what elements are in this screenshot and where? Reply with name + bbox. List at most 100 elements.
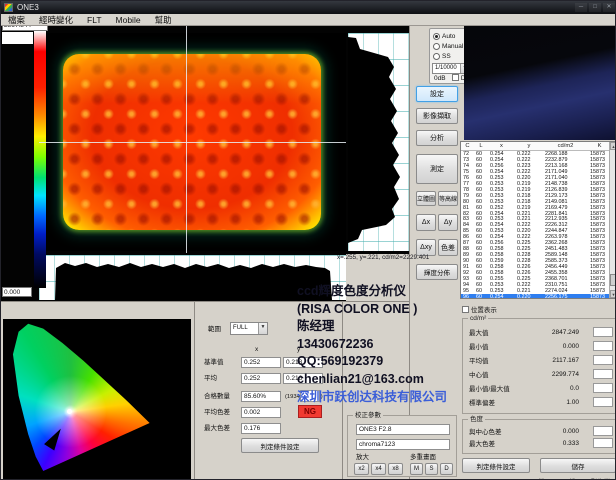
- stat-input[interactable]: [593, 341, 613, 351]
- app-window: ONE3 ─ □ ✕ 檔案經時變化FLTMobile幫助 2867.844 0.…: [0, 0, 616, 480]
- radio-icon: [433, 53, 440, 60]
- multi-screen-label: 多重畫面: [410, 453, 436, 463]
- pass-count-label: 合格數量: [204, 392, 230, 402]
- scroll-up-icon[interactable]: ▲: [610, 142, 616, 150]
- zoom-x4-button[interactable]: x4: [371, 463, 386, 475]
- table-scrollbar[interactable]: ▲ ▼: [609, 142, 616, 298]
- cursor-readout: x=.255, y=.221, cd/m2=2229.401: [337, 252, 465, 263]
- gain-label: 0dB: [434, 74, 446, 84]
- col-y-header: y: [297, 345, 300, 355]
- stat-row: 與中心色差0.000: [463, 425, 616, 437]
- minimize-button[interactable]: ─: [575, 3, 587, 12]
- col-x-header: x: [255, 345, 258, 355]
- reference-y-field[interactable]: 0.218: [283, 357, 323, 368]
- multi-M-button[interactable]: M: [410, 463, 423, 475]
- average-label: 平均: [204, 374, 217, 384]
- menu-item-4[interactable]: 幫助: [148, 14, 179, 26]
- avg-color-diff-field: 0.002: [241, 407, 281, 418]
- stat-row: 最小值/最大值0.0: [463, 381, 616, 395]
- table-col-header: x: [488, 142, 515, 150]
- stat-input[interactable]: [593, 397, 613, 407]
- menu-item-3[interactable]: Mobile: [109, 14, 148, 26]
- multi-D-button[interactable]: D: [440, 463, 453, 475]
- image-capture-button[interactable]: 影像擷取: [416, 108, 458, 124]
- zoom-buttons: x2x4x8: [354, 463, 403, 475]
- measure-button[interactable]: 測定: [416, 154, 458, 184]
- reference-label: 基準值: [204, 358, 224, 368]
- average-x-field[interactable]: 0.252: [241, 373, 281, 384]
- stat-input[interactable]: [593, 426, 613, 436]
- delta-y-button[interactable]: Δy: [438, 214, 458, 231]
- crosshair-horizontal[interactable]: [39, 142, 346, 143]
- menu-item-1[interactable]: 經時變化: [32, 14, 80, 26]
- menu-item-0[interactable]: 檔案: [1, 14, 32, 26]
- measurement-table[interactable]: CLxycd/m2K 72600.2540.2222268.1881587373…: [460, 141, 616, 299]
- max-color-diff-field: 0.176: [241, 423, 281, 434]
- white-point-marker: [67, 409, 72, 414]
- stat-input[interactable]: [593, 369, 613, 379]
- reference-x-field[interactable]: 0.252: [241, 357, 281, 368]
- delta-x-button[interactable]: Δx: [416, 214, 436, 231]
- cie-horseshoe: [3, 319, 191, 479]
- maximize-button[interactable]: □: [589, 3, 601, 12]
- vertical-profile-plot: [348, 33, 409, 251]
- range-label: 範圍: [208, 325, 221, 335]
- average-y-field[interactable]: 0.216: [283, 373, 323, 384]
- color-scale-ramp: [34, 31, 46, 288]
- multi-S-button[interactable]: S: [425, 463, 438, 475]
- analyze-button[interactable]: 分析: [416, 130, 458, 146]
- table-row[interactable]: 96600.2540.2202256.17515873: [461, 294, 611, 299]
- table-col-header: y: [515, 142, 543, 150]
- calibration-title: 校正參數: [353, 412, 383, 420]
- max-color-diff-label: 最大色差: [204, 424, 230, 434]
- divider: [194, 301, 195, 480]
- pass-count-field: 85.60%: [241, 391, 281, 402]
- calibration-chroma-field: chroma7123: [356, 439, 450, 450]
- menu-bar: 檔案經時變化FLTMobile幫助: [1, 14, 616, 26]
- horizontal-profile-shape: [39, 255, 346, 300]
- set-button[interactable]: 設定: [416, 86, 458, 102]
- stat-row: 平均值2117.167: [463, 353, 616, 367]
- judge-condition-button-2[interactable]: 判定條件設定: [462, 458, 530, 473]
- range-value: FULL: [233, 325, 248, 331]
- range-select[interactable]: FULL ▼: [230, 322, 268, 335]
- close-button[interactable]: ✕: [603, 3, 615, 12]
- stat-row: 標準偏差1.00: [463, 395, 616, 409]
- cie-chromaticity-diagram[interactable]: [3, 319, 191, 479]
- vertical-profile-shape: [348, 33, 409, 251]
- chromaticity-title: 色度: [468, 416, 485, 424]
- multi-screen-buttons: MSD: [410, 463, 453, 475]
- table-col-header: C: [461, 142, 474, 150]
- menu-item-2[interactable]: FLT: [80, 14, 108, 26]
- judgement-result-badge: NG: [298, 405, 322, 418]
- result-field: [300, 390, 320, 402]
- zoom-x8-button[interactable]: x8: [388, 463, 403, 475]
- stereo-view-button[interactable]: 立體圖: [416, 191, 436, 206]
- luminance-distribution-button[interactable]: 輝度分佈: [416, 264, 458, 280]
- contour-button[interactable]: 等高線: [438, 191, 458, 206]
- zoom-x2-button[interactable]: x2: [354, 463, 369, 475]
- table-col-header: L: [474, 142, 488, 150]
- stat-row: 中心值2299.774: [463, 367, 616, 381]
- scrollbar-thumb[interactable]: [610, 274, 616, 286]
- save-button[interactable]: 儲存: [540, 458, 616, 473]
- colorbar-widget: [2, 32, 33, 44]
- zoom-label: 放大: [356, 453, 369, 463]
- stat-input[interactable]: [593, 327, 613, 337]
- stat-input[interactable]: [593, 355, 613, 365]
- divider: [1, 301, 460, 302]
- camera-preview-image: [464, 26, 616, 140]
- stat-input[interactable]: [593, 438, 613, 448]
- position-display-label: 位置表示: [471, 307, 497, 314]
- judge-condition-button[interactable]: 判定條件設定: [241, 438, 319, 453]
- title-bar: ONE3 ─ □ ✕: [1, 1, 616, 14]
- colorbar-min-label: 0.000: [2, 287, 32, 297]
- scroll-down-icon[interactable]: ▼: [610, 290, 616, 298]
- app-icon: [4, 3, 13, 12]
- crosshair-vertical[interactable]: [186, 26, 187, 253]
- horizontal-profile-plot: [39, 255, 346, 300]
- table-header-row: CLxycd/m2K: [461, 142, 611, 151]
- stat-input[interactable]: [593, 383, 613, 393]
- luminance-stats-group: cd/m² 最大值2847.249最小值0.000平均值2117.167中心值2…: [462, 318, 616, 414]
- chevron-down-icon: ▼: [258, 323, 267, 334]
